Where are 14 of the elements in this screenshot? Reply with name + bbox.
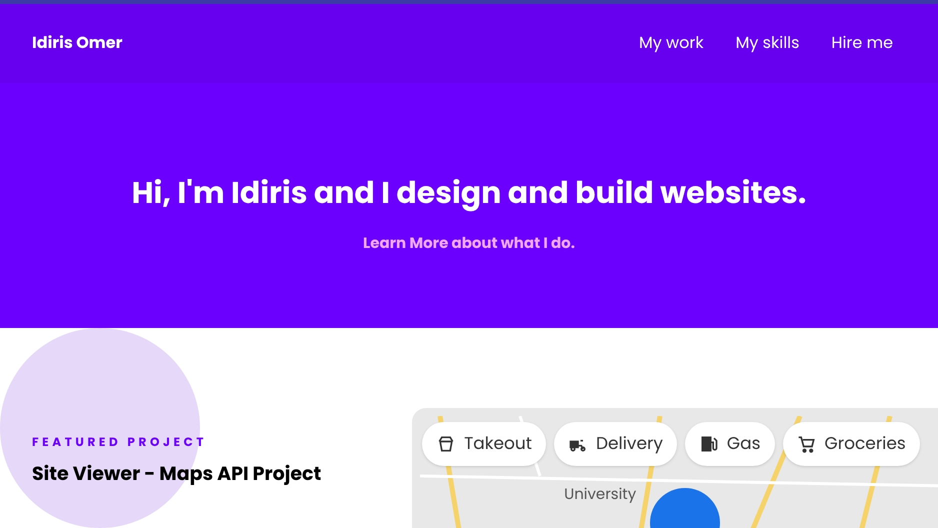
fuel-pump-icon: [698, 434, 719, 454]
hero-heading: Hi, I'm Idiris and I design and build websites.: [132, 175, 806, 212]
shopping-cart-icon: [796, 434, 817, 454]
map-category-chip[interactable]: Gas: [684, 422, 775, 466]
learn-more-link[interactable]: Learn More about what I do.: [363, 233, 575, 256]
project-title: Site Viewer - Maps API Project: [32, 460, 322, 488]
map-category-chip[interactable]: Takeout: [422, 422, 546, 466]
featured-eyebrow: FEATURED PROJECT: [32, 434, 208, 452]
nav-link[interactable]: My skills: [736, 31, 800, 56]
nav-link[interactable]: Hire me: [831, 31, 893, 56]
nav-link[interactable]: My work: [638, 31, 704, 56]
site-brand[interactable]: Idiris Omer: [32, 31, 122, 56]
map-category-chip[interactable]: Delivery: [554, 422, 677, 466]
map-category-chip[interactable]: Groceries: [782, 422, 920, 466]
